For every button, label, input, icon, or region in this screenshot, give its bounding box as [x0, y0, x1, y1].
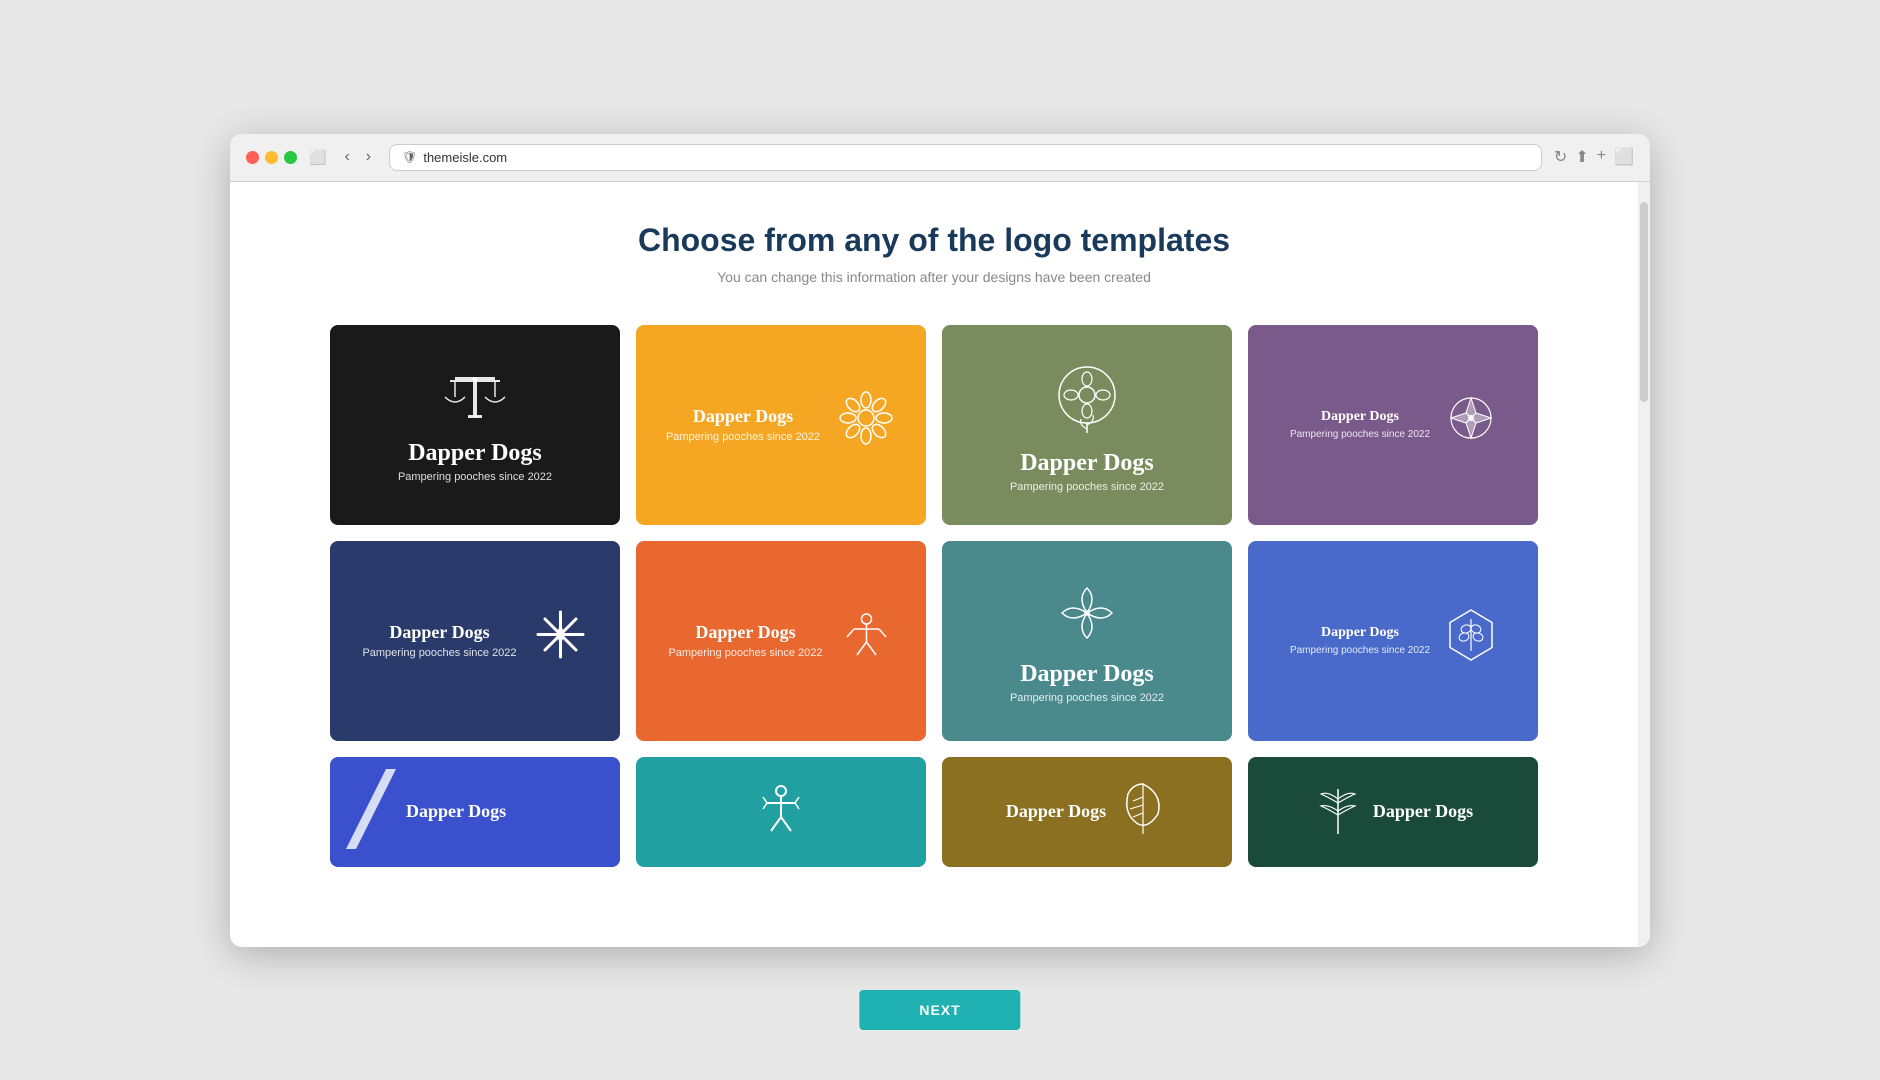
logo-card-4[interactable]: Dapper Dogs Pampering pooches since 2022	[1248, 325, 1538, 525]
asterisk-icon	[533, 607, 588, 667]
card-4-brand: Dapper Dogs	[1290, 409, 1430, 425]
card-5-tagline: Pampering pooches since 2022	[362, 647, 516, 659]
card-3-tagline: Pampering pooches since 2022	[1010, 481, 1164, 493]
hexflower-icon	[1446, 607, 1496, 667]
card-4-text: Dapper Dogs Pampering pooches since 2022	[1290, 409, 1430, 440]
card-2-text: Dapper Dogs Pampering pooches since 2022	[666, 406, 820, 443]
scales-icon	[435, 367, 515, 432]
card-11-text: Dapper Dogs	[1006, 801, 1106, 822]
snowflake-icon	[836, 388, 896, 453]
logo-card-9[interactable]: Dapper Dogs	[330, 757, 620, 867]
logo-card-8[interactable]: Dapper Dogs Pampering pooches since 2022	[1248, 541, 1538, 741]
leaf-icon	[1118, 779, 1168, 844]
url-text: themeisle.com	[423, 150, 507, 165]
nav-buttons: ⬜	[309, 149, 326, 166]
card-11-brand: Dapper Dogs	[1006, 801, 1106, 822]
close-button[interactable]	[246, 151, 259, 164]
card-3-brand: Dapper Dogs	[1020, 450, 1154, 477]
card-6-tagline: Pampering pooches since 2022	[668, 647, 822, 659]
scrollbar[interactable]	[1638, 182, 1650, 947]
card-4-tagline: Pampering pooches since 2022	[1290, 429, 1430, 440]
logo-card-10[interactable]	[636, 757, 926, 867]
card-7-tagline: Pampering pooches since 2022	[1010, 692, 1164, 704]
page-title: Choose from any of the logo templates	[330, 222, 1538, 259]
card-2-brand: Dapper Dogs	[666, 406, 820, 427]
card-12-text: Dapper Dogs	[1373, 801, 1473, 822]
maximize-button[interactable]	[284, 151, 297, 164]
traffic-lights	[246, 151, 297, 164]
card-7-brand: Dapper Dogs	[1020, 661, 1154, 688]
logo-card-6[interactable]: Dapper Dogs Pampering pooches since 2022	[636, 541, 926, 741]
security-icon: 🛡	[402, 150, 417, 164]
diagonal-icon	[346, 769, 396, 854]
card-6-brand: Dapper Dogs	[668, 622, 822, 643]
leaf-cross-icon	[1052, 578, 1122, 653]
card-9-text: Dapper Dogs	[406, 801, 506, 822]
snowflake-md-icon	[751, 779, 811, 844]
logo-card-2[interactable]: Dapper Dogs Pampering pooches since 2022	[636, 325, 926, 525]
card-8-tagline: Pampering pooches since 2022	[1290, 645, 1430, 656]
forward-button[interactable]: ›	[360, 146, 377, 168]
card-8-brand: Dapper Dogs	[1290, 625, 1430, 641]
card-5-text: Dapper Dogs Pampering pooches since 2022	[362, 622, 516, 659]
page-subtitle: You can change this information after yo…	[330, 269, 1538, 285]
logo-card-7[interactable]: Dapper Dogs Pampering pooches since 2022	[942, 541, 1232, 741]
card-2-tagline: Pampering pooches since 2022	[666, 431, 820, 443]
card-12-brand: Dapper Dogs	[1373, 801, 1473, 822]
card-6-text: Dapper Dogs Pampering pooches since 2022	[668, 622, 822, 659]
logo-card-5[interactable]: Dapper Dogs Pampering pooches since 2022	[330, 541, 620, 741]
browser-actions: ↻ ⬆ + ⬜	[1554, 147, 1634, 167]
starburst-icon	[839, 607, 894, 667]
next-button[interactable]: NEXT	[859, 990, 1020, 1030]
sidebar-icon: ⬜	[309, 149, 326, 166]
new-tab-icon[interactable]: +	[1597, 147, 1606, 167]
logo-card-12[interactable]: Dapper Dogs	[1248, 757, 1538, 867]
card-8-text: Dapper Dogs Pampering pooches since 2022	[1290, 625, 1430, 656]
share-icon[interactable]: ⬆	[1575, 147, 1588, 167]
card-1-tagline: Pampering pooches since 2022	[398, 471, 552, 483]
logo-grid: Dapper Dogs Pampering pooches since 2022…	[330, 325, 1538, 867]
minimize-button[interactable]	[265, 151, 278, 164]
card-1-brand: Dapper Dogs	[408, 440, 542, 467]
scrollbar-thumb[interactable]	[1640, 202, 1648, 402]
browser-chrome: ⬜ ‹ › 🛡 themeisle.com ↻ ⬆ + ⬜	[230, 134, 1650, 182]
next-button-container: NEXT	[859, 990, 1020, 1030]
branches-icon	[1313, 779, 1363, 844]
tabs-icon[interactable]: ⬜	[1614, 147, 1634, 167]
card-5-brand: Dapper Dogs	[362, 622, 516, 643]
pinwheel-icon	[1446, 393, 1496, 448]
flower-circle-icon	[1047, 357, 1127, 442]
card-9-brand: Dapper Dogs	[406, 801, 506, 822]
back-button[interactable]: ‹	[338, 146, 355, 168]
address-bar[interactable]: 🛡 themeisle.com	[389, 144, 1542, 171]
browser-window: ⬜ ‹ › 🛡 themeisle.com ↻ ⬆ + ⬜ Choose fro…	[230, 134, 1650, 947]
refresh-icon[interactable]: ↻	[1554, 147, 1567, 167]
logo-card-11[interactable]: Dapper Dogs	[942, 757, 1232, 867]
page-content: Choose from any of the logo templates Yo…	[230, 182, 1638, 947]
logo-card-1[interactable]: Dapper Dogs Pampering pooches since 2022	[330, 325, 620, 525]
logo-card-3[interactable]: Dapper Dogs Pampering pooches since 2022	[942, 325, 1232, 525]
